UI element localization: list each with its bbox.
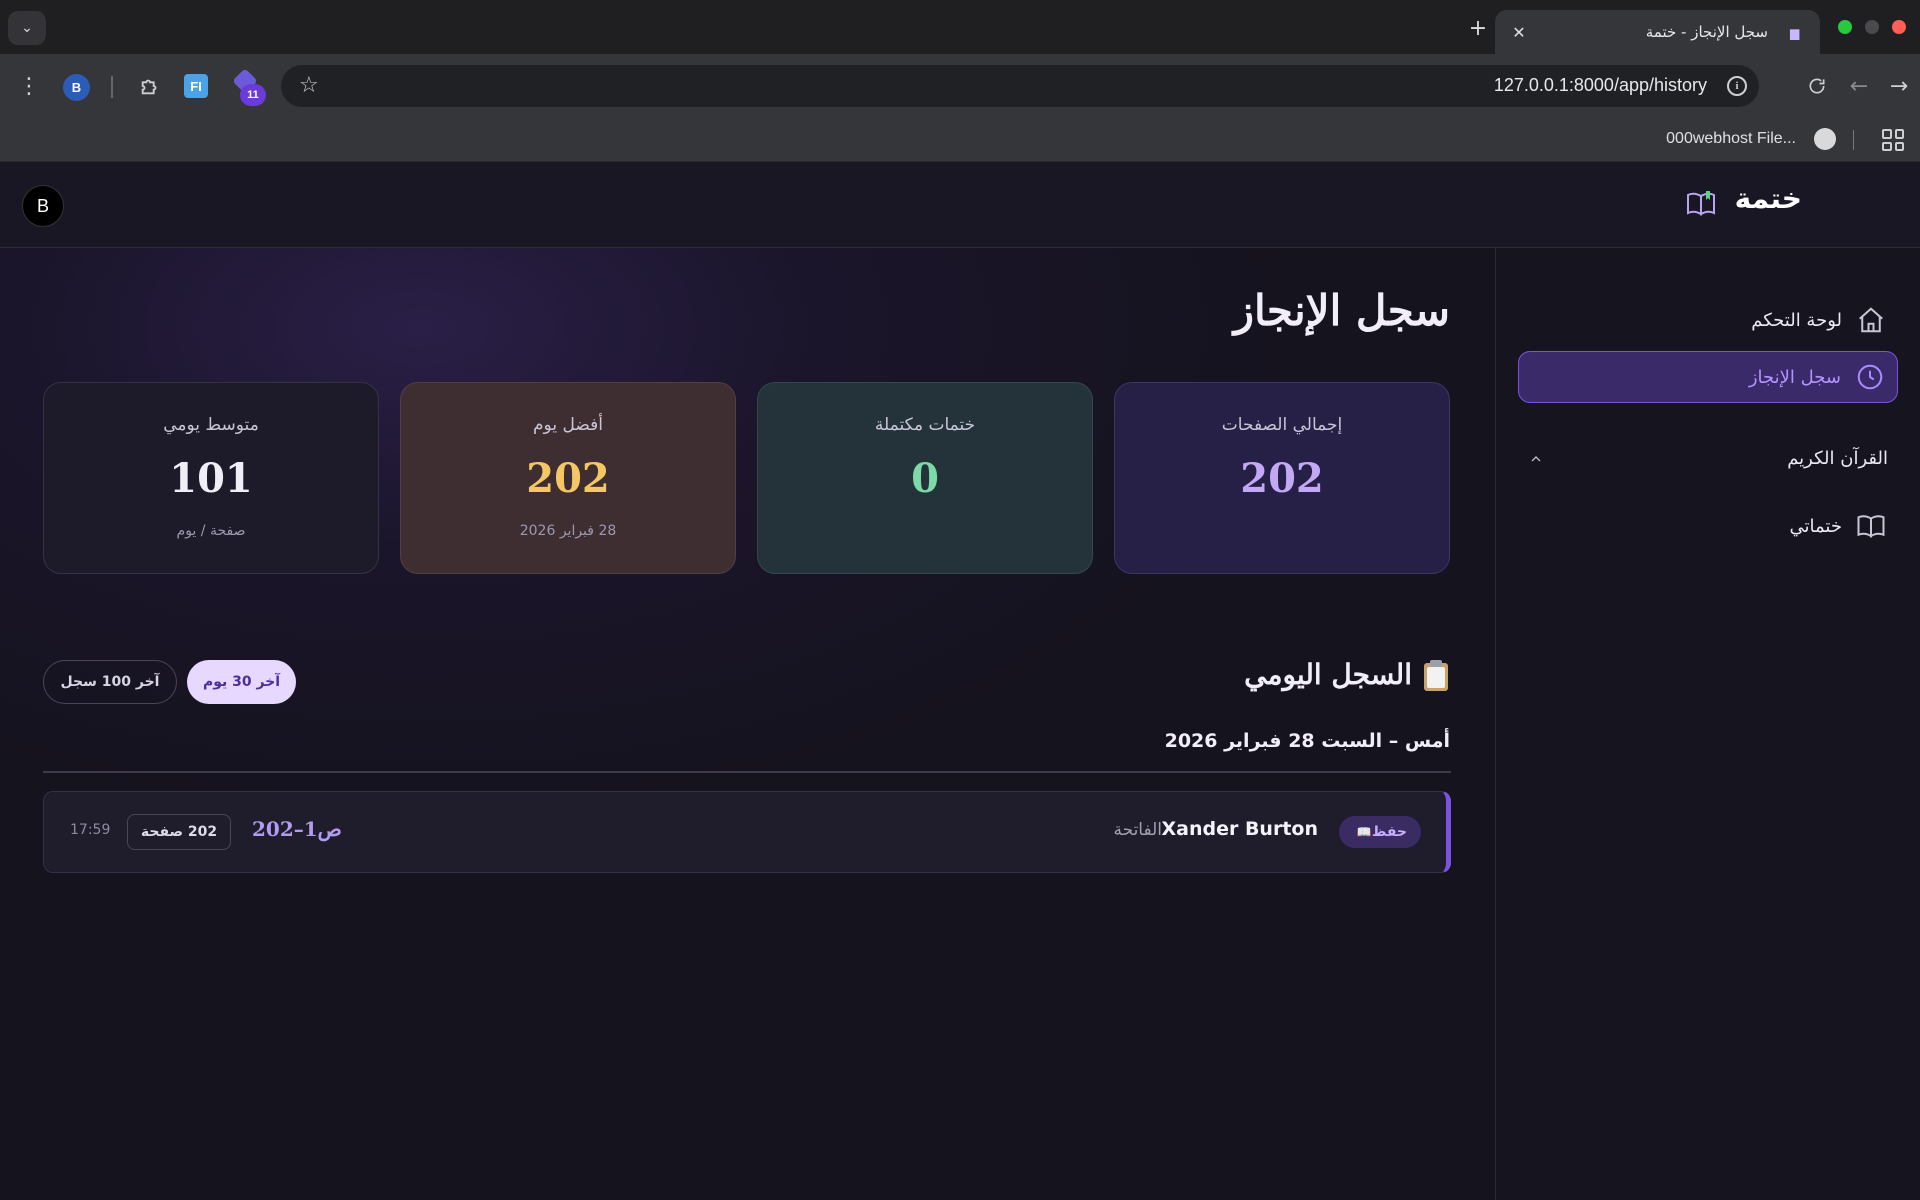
extensions-puzzle-icon[interactable] xyxy=(135,71,165,101)
stat-card-total-pages: إجمالي الصفحات 202 xyxy=(1114,382,1450,574)
stat-card-completed: ختمات مكتملة 0 xyxy=(757,382,1093,574)
address-bar[interactable]: ☆ 127.0.0.1:8000/app/history i xyxy=(281,65,1759,107)
browser-tab-active[interactable]: ▆ سجل الإنجاز - ختمة ✕ xyxy=(1495,10,1820,54)
profile-extension-icon[interactable]: B xyxy=(63,74,90,101)
bookmark-star-icon[interactable]: ☆ xyxy=(299,73,319,98)
user-avatar[interactable]: B xyxy=(22,185,64,227)
sidebar-item-label: لوحة التحكم xyxy=(1751,309,1842,331)
main-content: سجل الإنجاز إجمالي الصفحات 202 ختمات مكت… xyxy=(0,248,1494,1200)
reload-icon[interactable] xyxy=(1802,71,1832,101)
bookmarks-divider xyxy=(1853,130,1854,150)
window-minimize-button[interactable] xyxy=(1865,20,1879,34)
home-icon xyxy=(1859,307,1883,333)
stat-label: أفضل يوم xyxy=(533,415,603,435)
stat-label: إجمالي الصفحات xyxy=(1221,415,1343,435)
globe-icon xyxy=(1814,128,1836,150)
day-group-heading: أمس – السبت 28 فبراير 2026 xyxy=(1164,730,1450,752)
sidebar-section-quran[interactable]: القرآن الكريم xyxy=(1528,448,1888,469)
clipboard-icon xyxy=(1422,659,1450,691)
stat-card-daily-average: متوسط يومي 101 صفحة / يوم xyxy=(43,382,379,574)
stat-value: 202 xyxy=(526,455,610,502)
entry-name: Xander Burton xyxy=(1161,818,1318,840)
filter-last-100-records-button[interactable]: آخر 100 سجل xyxy=(43,660,177,704)
app-header: B ختمة xyxy=(0,162,1920,248)
page-title: سجل الإنجاز xyxy=(1233,286,1450,335)
sidebar-item-label: سجل الإنجاز xyxy=(1748,366,1841,388)
stat-value: 202 xyxy=(1240,455,1324,502)
daily-log-heading: السجل اليومي xyxy=(1244,658,1450,691)
sidebar-item-dashboard[interactable]: لوحة التحكم xyxy=(1518,294,1898,346)
brand-name[interactable]: ختمة xyxy=(1735,182,1802,215)
tab-title: سجل الإنجاز - ختمة xyxy=(1645,23,1768,41)
stat-card-best-day: أفضل يوم 202 28 فبراير 2026 xyxy=(400,382,736,574)
tab-close-icon[interactable]: ✕ xyxy=(1509,23,1529,42)
forward-arrow-icon[interactable]: → xyxy=(1884,71,1914,101)
back-arrow-icon[interactable]: ← xyxy=(1844,71,1874,101)
filter-last-30-days-button[interactable]: آخر 30 يوم xyxy=(187,660,296,704)
entry-pages-count: 202 صفحة xyxy=(127,814,231,850)
window-controls xyxy=(1836,0,1906,54)
stat-value: 101 xyxy=(169,455,253,502)
book-icon: 📖 xyxy=(1356,825,1372,839)
entry-type-badge: 📖 حفظ xyxy=(1338,816,1421,848)
window-close-button[interactable] xyxy=(1892,20,1906,34)
entry-time: 17:59 xyxy=(70,822,111,838)
fi-extension-icon[interactable]: FI xyxy=(184,74,208,98)
new-tab-button[interactable]: + xyxy=(1462,12,1494,44)
entry-page-range: ص1–202 xyxy=(252,817,342,841)
day-divider xyxy=(43,771,1451,773)
stat-label: ختمات مكتملة xyxy=(874,415,976,435)
toolbar-divider xyxy=(111,76,113,98)
bookmark-item[interactable]: 000webhost File... xyxy=(1666,130,1796,148)
url-text[interactable]: 127.0.0.1:8000/app/history xyxy=(1494,75,1707,96)
browser-menu-icon[interactable]: ⋮ xyxy=(14,71,44,101)
chevron-up-icon[interactable] xyxy=(1528,451,1544,467)
browser-tabstrip: ⌄ + ▆ سجل الإنجاز - ختمة ✕ xyxy=(0,0,1920,54)
site-info-icon[interactable]: i xyxy=(1727,76,1747,96)
book-logo-icon xyxy=(1687,191,1715,216)
stat-sub: 28 فبراير 2026 xyxy=(519,523,617,539)
sidebar-item-my-khatmas[interactable]: ختماتي xyxy=(1518,500,1898,552)
apps-grid-icon[interactable] xyxy=(1882,129,1904,151)
section-title: السجل اليومي xyxy=(1244,658,1412,691)
sidebar-item-label: ختماتي xyxy=(1789,515,1842,537)
sidebar-item-history[interactable]: سجل الإنجاز xyxy=(1518,351,1898,403)
badge-label: حفظ xyxy=(1371,824,1407,840)
browser-toolbar: ⋮ B FI 11 ☆ 127.0.0.1:8000/app/history i… xyxy=(0,54,1920,118)
stat-value: 0 xyxy=(911,455,939,502)
stat-sub: صفحة / يوم xyxy=(176,523,246,539)
log-entry[interactable]: 📖 حفظ Xander Burton الفاتحة ص1–202 202 ص… xyxy=(43,791,1451,873)
window-maximize-button[interactable] xyxy=(1838,20,1852,34)
sidebar: لوحة التحكم سجل الإنجاز القرآن الكريم خت… xyxy=(1495,248,1920,1200)
bookmarks-bar: 000webhost File... xyxy=(0,118,1920,162)
book-open-icon xyxy=(1857,515,1885,538)
book-favicon-icon: ▆ xyxy=(1790,26,1800,40)
tab-search-button[interactable]: ⌄ xyxy=(8,11,46,45)
sidebar-section-label: القرآن الكريم xyxy=(1787,448,1888,469)
extension-badge[interactable]: 11 xyxy=(240,84,266,106)
chevron-down-icon: ⌄ xyxy=(21,20,33,36)
clock-icon xyxy=(1857,364,1883,390)
stat-label: متوسط يومي xyxy=(163,415,259,435)
entry-surah: الفاتحة xyxy=(1113,820,1162,840)
